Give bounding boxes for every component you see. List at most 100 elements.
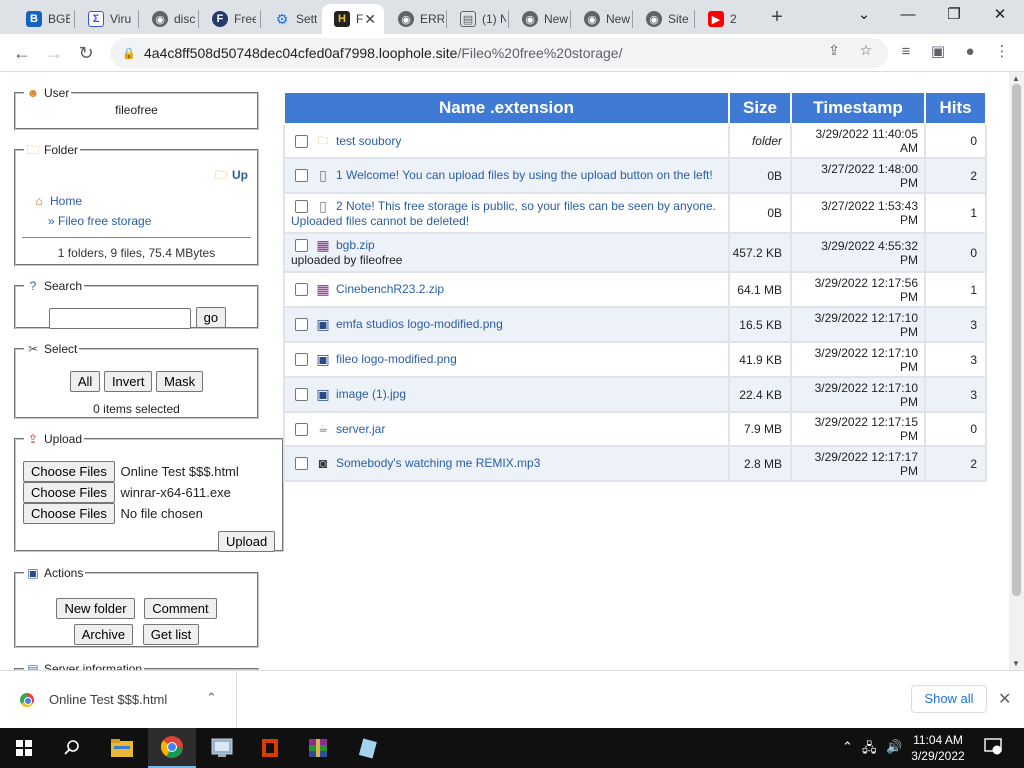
browser-tab-5[interactable]: ⚙ Sett bbox=[262, 4, 318, 34]
file-name-link[interactable]: bgb.zip bbox=[336, 238, 375, 252]
row-checkbox[interactable] bbox=[295, 239, 308, 253]
browser-tab-8[interactable]: ▤ (1) N bbox=[448, 4, 506, 34]
taskbar-clock[interactable]: 11:04 AM 3/29/2022 bbox=[904, 732, 972, 764]
file-explorer-icon[interactable] bbox=[98, 728, 146, 768]
office-icon[interactable] bbox=[246, 728, 294, 768]
header-timestamp[interactable]: Timestamp bbox=[790, 91, 926, 125]
scroll-up-arrow-icon[interactable]: ▲ bbox=[1012, 74, 1020, 83]
search-input[interactable] bbox=[49, 308, 191, 330]
download-item[interactable]: Online Test $$$.html ⌃ bbox=[0, 671, 237, 728]
browser-tab-3[interactable]: ◉ disc bbox=[140, 4, 196, 34]
forward-icon[interactable]: → bbox=[41, 40, 67, 66]
chrome-icon[interactable] bbox=[148, 728, 196, 768]
folder-open-icon: 🗀 bbox=[26, 143, 39, 157]
user-name: fileofree bbox=[115, 103, 158, 117]
tray-chevron-icon[interactable]: ⌃ bbox=[842, 739, 853, 755]
file-timestamp-cell: 3/27/2022 1:48:00 PM bbox=[790, 157, 926, 194]
browser-tab-10[interactable]: ◉ New bbox=[572, 4, 630, 34]
archive-button[interactable]: Archive bbox=[73, 624, 134, 645]
select-invert-button[interactable]: Invert bbox=[103, 371, 153, 392]
comment-button[interactable]: Comment bbox=[144, 598, 217, 619]
file-timestamp-cell: 3/29/2022 12:17:17 PM bbox=[790, 445, 926, 482]
choose-files-button-2[interactable]: Choose Files bbox=[23, 482, 115, 503]
profile-avatar-icon[interactable]: ● bbox=[960, 42, 980, 62]
row-checkbox[interactable] bbox=[295, 318, 308, 332]
row-checkbox[interactable] bbox=[295, 388, 308, 402]
control-panel-icon[interactable] bbox=[198, 728, 246, 768]
row-checkbox[interactable] bbox=[295, 199, 308, 213]
search-icon[interactable] bbox=[48, 728, 96, 768]
choose-files-button-1[interactable]: Choose Files bbox=[23, 461, 115, 482]
tab-search-chevron-icon[interactable]: ⌄ bbox=[850, 4, 878, 28]
file-name-link[interactable]: test soubory bbox=[336, 134, 401, 148]
file-name-link[interactable]: fileo logo-modified.png bbox=[336, 352, 457, 366]
share-icon[interactable]: ⇪ bbox=[824, 40, 844, 60]
header-name[interactable]: Name .extension bbox=[283, 91, 730, 125]
row-checkbox[interactable] bbox=[295, 422, 308, 436]
reload-icon[interactable]: ↻ bbox=[73, 40, 99, 66]
tab-separator bbox=[198, 10, 199, 28]
select-mask-button[interactable]: Mask bbox=[156, 371, 204, 392]
page-scrollbar[interactable]: ▲ ▼ bbox=[1009, 72, 1024, 670]
back-icon[interactable]: ← bbox=[9, 40, 35, 66]
tab-separator bbox=[570, 10, 571, 28]
winrar-icon[interactable] bbox=[294, 728, 342, 768]
get-list-button[interactable]: Get list bbox=[142, 624, 200, 645]
browser-tab-12[interactable]: ▶ 2 bbox=[696, 4, 752, 34]
row-checkbox[interactable] bbox=[295, 457, 308, 471]
row-checkbox[interactable] bbox=[295, 283, 308, 297]
browser-tab-11[interactable]: ◉ Site bbox=[634, 4, 692, 34]
file-name-link[interactable]: Somebody's watching me REMIX.mp3 bbox=[336, 456, 540, 470]
notification-icon[interactable] bbox=[984, 737, 1002, 758]
choose-files-button-3[interactable]: Choose Files bbox=[23, 503, 115, 524]
file-name-link[interactable]: server.jar bbox=[336, 422, 385, 436]
bookmark-star-icon[interactable]: ☆ bbox=[856, 40, 876, 60]
tab-close-icon[interactable]: ✕ bbox=[364, 11, 376, 28]
window-close-icon[interactable]: ✕ bbox=[986, 4, 1014, 28]
file-icon: ▯ bbox=[319, 197, 327, 214]
home-link[interactable]: ⌂ Home bbox=[32, 193, 82, 208]
search-go-button[interactable]: go bbox=[195, 307, 227, 328]
upload-button[interactable]: Upload bbox=[218, 531, 276, 552]
tab-separator bbox=[260, 10, 261, 28]
browser-tab-4[interactable]: F Free bbox=[200, 4, 256, 34]
restore-icon[interactable]: ❐ bbox=[940, 4, 968, 28]
address-bar[interactable]: 🔒 4a4c8ff508d50748dec04cfed0af7998.looph… bbox=[110, 38, 888, 68]
notepad-icon[interactable] bbox=[344, 728, 392, 768]
menu-kebab-icon[interactable]: ⋮ bbox=[992, 42, 1012, 62]
windows-start-icon[interactable] bbox=[0, 728, 48, 768]
minimize-icon[interactable]: — bbox=[894, 4, 922, 28]
browser-tab-9[interactable]: ◉ New bbox=[510, 4, 568, 34]
file-name-link[interactable]: emfa studios logo-modified.png bbox=[336, 317, 503, 331]
network-icon[interactable]: 🖧 bbox=[862, 739, 877, 761]
row-checkbox[interactable] bbox=[295, 169, 308, 183]
browser-tab-7[interactable]: ◉ ERR bbox=[386, 4, 444, 34]
up-link[interactable]: 🗀 Up bbox=[214, 167, 248, 182]
chevron-up-icon[interactable]: ⌃ bbox=[206, 690, 217, 706]
current-folder-link[interactable]: » Fileo free storage bbox=[48, 214, 151, 228]
file-name-link[interactable]: 2 Note! This free storage is public, so … bbox=[291, 199, 716, 228]
file-timestamp-cell: 3/29/2022 12:17:10 PM bbox=[790, 376, 926, 413]
file-name-link[interactable]: 1 Welcome! You can upload files by using… bbox=[336, 168, 713, 182]
header-hits[interactable]: Hits bbox=[924, 91, 987, 125]
scroll-thumb[interactable] bbox=[1012, 84, 1021, 596]
scroll-down-arrow-icon[interactable]: ▼ bbox=[1012, 659, 1020, 668]
new-tab-plus-icon[interactable]: + bbox=[766, 6, 788, 28]
row-checkbox[interactable] bbox=[295, 134, 308, 148]
reading-list-icon[interactable]: ≡ bbox=[896, 42, 916, 62]
table-row: ▦ CinebenchR23.2.zip 64.1 MB 3/29/2022 12:1… bbox=[283, 271, 987, 308]
browser-tab-1[interactable]: B BGB bbox=[14, 4, 70, 34]
header-size[interactable]: Size bbox=[728, 91, 792, 125]
row-checkbox[interactable] bbox=[295, 353, 308, 367]
volume-icon[interactable]: 🔊 bbox=[886, 739, 902, 755]
show-all-button[interactable]: Show all bbox=[911, 685, 987, 713]
browser-tab-6[interactable]: H F ✕ bbox=[322, 4, 384, 34]
file-name-cell: ▣ emfa studios logo-modified.png bbox=[283, 306, 730, 343]
side-panel-icon[interactable]: ▣ bbox=[928, 42, 948, 62]
browser-tab-2[interactable]: Σ Viru bbox=[76, 4, 134, 34]
select-all-button[interactable]: All bbox=[69, 371, 101, 392]
file-name-link[interactable]: CinebenchR23.2.zip bbox=[336, 282, 444, 296]
new-folder-button[interactable]: New folder bbox=[56, 598, 135, 619]
close-icon[interactable]: ✕ bbox=[998, 689, 1011, 709]
file-name-link[interactable]: image (1).jpg bbox=[336, 387, 406, 401]
